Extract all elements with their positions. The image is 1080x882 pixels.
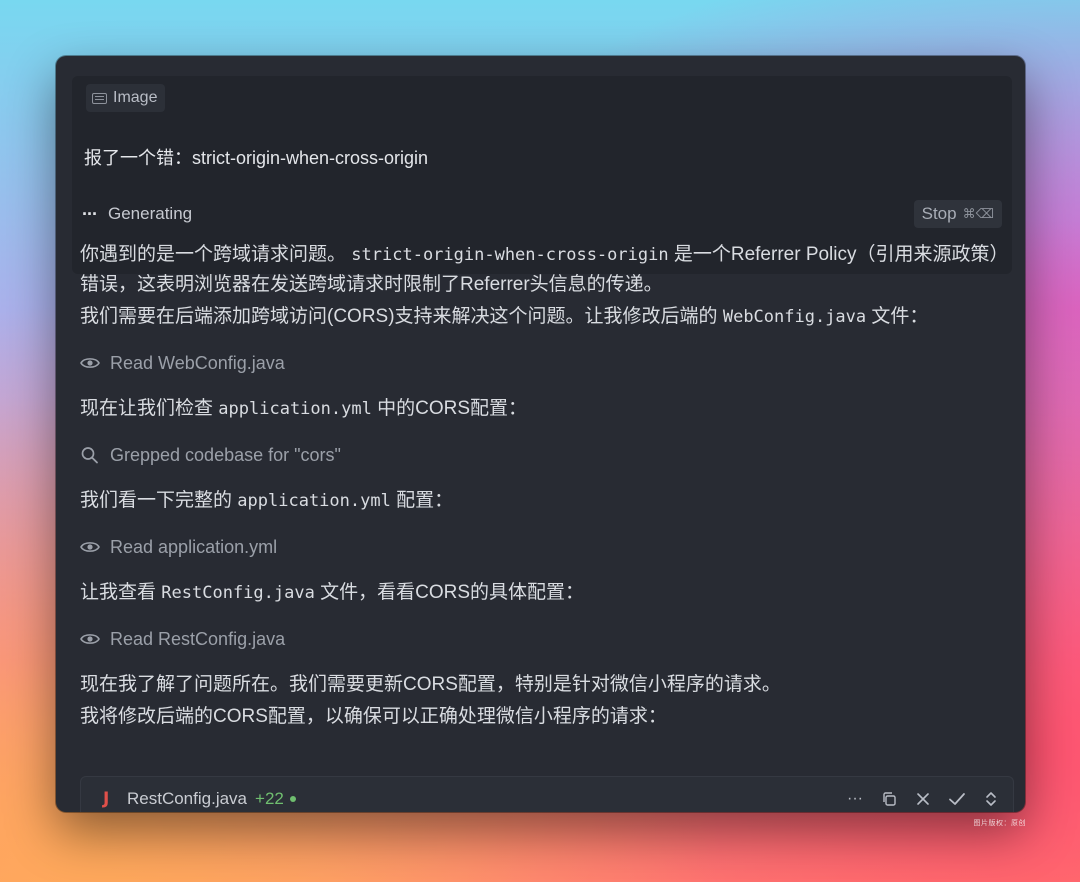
response-paragraph: 我们需要在后端添加跨域访问(CORS)支持来解决这个问题。让我修改后端的 Web… <box>80 302 1020 332</box>
response-paragraph: 让我查看 RestConfig.java 文件，看看CORS的具体配置： <box>80 578 1020 608</box>
reject-icon[interactable] <box>913 789 933 809</box>
response-content: 你遇到的是一个跨域请求问题。 strict-origin-when-cross-… <box>80 240 1020 732</box>
tool-action-read[interactable]: Read WebConfig.java <box>80 348 1020 378</box>
inline-code: strict-origin-when-cross-origin <box>351 245 669 265</box>
response-paragraph: 现在让我们检查 application.yml 中的CORS配置： <box>80 394 1020 424</box>
eye-icon <box>80 542 100 552</box>
text: 你遇到的是一个跨域请求问题。 <box>80 244 347 265</box>
text: 文件： <box>871 306 929 327</box>
image-attachment-chip[interactable]: Image <box>86 84 166 112</box>
watermark: 图片版权：原创 <box>973 820 1026 827</box>
action-label: Read WebConfig.java <box>110 352 285 373</box>
accept-icon[interactable] <box>947 789 967 809</box>
text: 我们看一下完整的 <box>80 490 233 511</box>
action-label: Read application.yml <box>110 536 278 557</box>
stop-label: Stop <box>921 204 957 223</box>
response-paragraph: 现在我了解了问题所在。我们需要更新CORS配置，特别是针对微信小程序的请求。 <box>80 674 781 695</box>
action-label: Grepped codebase for "cors" <box>110 444 341 465</box>
tool-action-read[interactable]: Read RestConfig.java <box>80 624 1020 654</box>
inline-code: WebConfig.java <box>722 307 867 327</box>
diff-additions: +22 <box>255 789 284 808</box>
status-dot <box>289 796 296 802</box>
response-paragraph: 你遇到的是一个跨域请求问题。 strict-origin-when-cross-… <box>80 240 1020 300</box>
inline-code: RestConfig.java <box>161 583 315 603</box>
text: 配置： <box>396 490 454 511</box>
file-actions: ··· <box>845 789 1001 809</box>
text: 我们需要在后端添加跨域访问(CORS)支持来解决这个问题。让我修改后端的 <box>80 306 718 327</box>
generating-label: Generating <box>108 204 193 223</box>
eye-icon <box>80 634 100 644</box>
text: 中的CORS配置： <box>377 398 528 419</box>
tool-action-read[interactable]: Read application.yml <box>80 532 1020 562</box>
action-label: Read RestConfig.java <box>110 628 286 649</box>
ellipsis-icon: ··· <box>82 203 98 224</box>
file-name[interactable]: RestConfig.java <box>127 789 247 809</box>
expand-collapse-icon[interactable] <box>981 789 1001 809</box>
text: 文件，看看CORS的具体配置： <box>320 582 585 603</box>
image-icon <box>92 92 107 104</box>
inline-code: application.yml <box>218 399 372 419</box>
text: 现在让我们检查 <box>80 398 214 419</box>
stop-button[interactable]: Stop ⌘⌫ <box>913 200 1002 228</box>
tool-action-grep[interactable]: Grepped codebase for "cors" <box>80 440 1020 470</box>
more-options-icon[interactable]: ··· <box>845 789 865 809</box>
copy-icon[interactable] <box>879 789 899 809</box>
file-edit-bar[interactable]: J RestConfig.java +22 ··· <box>80 776 1014 812</box>
eye-icon <box>80 358 100 368</box>
response-paragraph: 我将修改后端的CORS配置，以确保可以正确处理微信小程序的请求： <box>80 706 667 727</box>
generating-row: ··· Generating Stop ⌘⌫ <box>82 200 1002 228</box>
text: 让我查看 <box>80 582 157 603</box>
response-paragraph: 我们看一下完整的 application.yml 配置： <box>80 486 1020 516</box>
java-file-icon: J <box>103 789 110 809</box>
attachment-label: Image <box>113 89 158 106</box>
stop-shortcut: ⌘⌫ <box>962 206 994 221</box>
chat-window: Image 报了一个错：strict-origin-when-cross-ori… <box>56 56 1025 812</box>
search-icon <box>81 447 98 464</box>
prompt-text: 报了一个错：strict-origin-when-cross-origin <box>84 148 429 168</box>
inline-code: application.yml <box>237 491 391 511</box>
